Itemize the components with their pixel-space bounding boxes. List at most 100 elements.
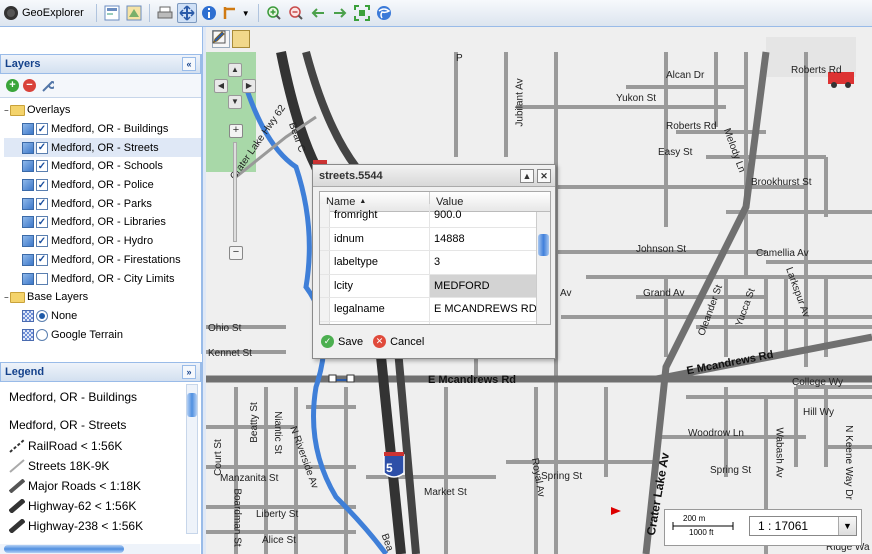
tree-group-overlays[interactable]: − Overlays xyxy=(4,101,201,120)
cancel-button[interactable]: ✕ Cancel xyxy=(373,335,424,348)
legend-vertical-scrollbar[interactable] xyxy=(186,384,198,534)
measure-button[interactable] xyxy=(221,3,241,23)
layer-icon xyxy=(22,123,34,136)
popup-header[interactable]: streets.5544 ▲ ✕ xyxy=(313,165,555,187)
close-icon[interactable]: ✕ xyxy=(537,168,551,183)
scale-select[interactable]: 1 : 17061 ▼ xyxy=(749,516,857,536)
zoom-extent-icon xyxy=(353,5,370,21)
layer-item[interactable]: ✓ Medford, OR - Firestations xyxy=(4,251,201,270)
layer-checkbox[interactable]: ✓ xyxy=(36,197,48,210)
remove-layer-button[interactable]: − xyxy=(23,79,36,92)
scrollbar-thumb[interactable] xyxy=(538,234,549,256)
collapse-left-icon[interactable]: « xyxy=(182,57,196,71)
attribute-value[interactable]: MEDFORD xyxy=(430,274,550,297)
base-layer-radio[interactable] xyxy=(36,309,48,322)
zoom-extent-button[interactable] xyxy=(352,3,372,23)
zoom-slider[interactable] xyxy=(233,142,237,242)
grid-row[interactable]: lcity MEDFORD xyxy=(320,274,550,298)
street-label: Camellia Av xyxy=(756,248,809,259)
chevron-down-icon[interactable]: ▼ xyxy=(838,517,856,535)
layer-item[interactable]: ✓ Medford, OR - Buildings xyxy=(4,120,201,139)
pan-down-button[interactable]: ▼ xyxy=(228,95,242,109)
next-extent-button[interactable] xyxy=(330,3,350,23)
google-earth-button[interactable] xyxy=(374,3,394,23)
cancel-label: Cancel xyxy=(390,335,425,348)
layer-item[interactable]: ✓ Medford, OR - Hydro xyxy=(4,232,201,251)
grid-row[interactable]: length601.8 xyxy=(320,321,550,325)
base-layer-icon xyxy=(22,328,34,341)
zoom-out-button[interactable] xyxy=(286,3,306,23)
layer-icon xyxy=(22,235,34,248)
layer-item[interactable]: ✓ Medford, OR - Schools xyxy=(4,157,201,176)
layer-item[interactable]: ✓ Medford, OR - Streets xyxy=(4,138,201,158)
layer-icon xyxy=(22,253,34,266)
layer-item[interactable]: ✓ Medford, OR - Libraries xyxy=(4,213,201,232)
grid-scrollbar[interactable] xyxy=(536,212,550,324)
info-button[interactable] xyxy=(199,3,219,23)
measure-icon xyxy=(223,7,235,19)
vertex-handle[interactable] xyxy=(328,374,337,383)
vertex-handle[interactable] xyxy=(346,374,355,383)
print-icon xyxy=(157,6,173,19)
layer-checkbox[interactable]: ✓ xyxy=(36,235,48,248)
base-layer-item[interactable]: Google Terrain xyxy=(4,325,201,344)
zoom-out-map-button[interactable]: − xyxy=(229,246,243,260)
street-label: Hill Wy xyxy=(803,407,835,418)
legend-horizontal-scrollbar[interactable] xyxy=(0,544,200,554)
attribute-value[interactable]: 14888 xyxy=(430,228,550,251)
street-label: N Keene Way Dr xyxy=(842,425,854,500)
pan-right-button[interactable]: ▶ xyxy=(242,79,256,93)
collapse-up-icon[interactable]: ▲ xyxy=(520,168,534,183)
layer-checkbox[interactable] xyxy=(36,272,48,285)
layer-checkbox[interactable]: ✓ xyxy=(36,141,48,154)
attribute-value[interactable]: 3 xyxy=(430,251,550,274)
query-button[interactable] xyxy=(124,3,144,23)
modify-icon xyxy=(212,30,226,44)
attribute-value[interactable]: 601.8 xyxy=(430,322,550,325)
scrollbar-thumb[interactable] xyxy=(187,393,197,417)
zoom-in-button[interactable] xyxy=(264,3,284,23)
modify-tool-button[interactable] xyxy=(212,30,250,48)
layer-checkbox[interactable]: ✓ xyxy=(36,216,48,229)
zoom-in-map-button[interactable]: + xyxy=(229,124,243,138)
chevron-down-icon[interactable]: ▼ xyxy=(242,9,250,18)
base-layer-label: Google Terrain xyxy=(51,328,123,341)
tree-group-base-layers[interactable]: − Base Layers xyxy=(4,288,201,307)
pan-left-button[interactable]: ◀ xyxy=(214,79,228,93)
attribute-value[interactable]: E MCANDREWS RD xyxy=(430,298,550,321)
legend-entry: Highway-62 < 1:56K xyxy=(9,496,201,516)
layer-item[interactable]: ✓ Medford, OR - Police xyxy=(4,176,201,195)
street-label: Spring St xyxy=(541,471,583,482)
grid-row[interactable]: idnum 14888 xyxy=(320,227,550,251)
scrollbar-thumb[interactable] xyxy=(4,545,124,553)
base-layer-item[interactable]: None xyxy=(4,307,201,326)
save-button[interactable]: ✓ Save xyxy=(321,335,363,348)
layer-item[interactable]: ✓ Medford, OR - Parks xyxy=(4,194,201,213)
legend-entry: Major Roads < 1:18K xyxy=(9,476,201,496)
layer-checkbox[interactable]: ✓ xyxy=(36,160,48,173)
popup-footer: ✓ Save ✕ Cancel xyxy=(321,335,424,348)
grid-row[interactable]: fromright 900.0 xyxy=(320,204,550,228)
grid-row[interactable]: legalname E MCANDREWS RD xyxy=(320,298,550,322)
grid-row[interactable]: labeltype 3 xyxy=(320,251,550,275)
layer-checkbox[interactable]: ✓ xyxy=(36,179,48,192)
layer-checkbox[interactable]: ✓ xyxy=(36,253,48,266)
layer-item[interactable]: Medford, OR - City Limits xyxy=(4,269,201,288)
base-layer-radio[interactable] xyxy=(36,328,48,341)
layer-icon xyxy=(22,179,34,192)
add-layer-button[interactable]: + xyxy=(6,79,19,92)
layer-item-label: Medford, OR - Streets xyxy=(51,141,159,154)
collapse-down-icon[interactable]: » xyxy=(182,365,196,379)
layer-properties-button[interactable] xyxy=(102,3,122,23)
print-button[interactable] xyxy=(155,3,175,23)
legend-entry: Streets 18K-9K xyxy=(9,456,201,476)
attribute-value[interactable]: 900.0 xyxy=(430,204,550,227)
save-label: Save xyxy=(338,335,364,348)
wrench-icon[interactable] xyxy=(40,79,54,93)
previous-extent-button[interactable] xyxy=(308,3,328,23)
pan-up-button[interactable]: ▲ xyxy=(228,63,242,77)
tree-group-label: Base Layers xyxy=(27,291,89,304)
layer-checkbox[interactable]: ✓ xyxy=(36,123,48,136)
attribute-grid: Name ▲ Value fromright 900.0 idnum 14888 labe… xyxy=(319,191,551,325)
pan-button[interactable] xyxy=(176,3,197,23)
